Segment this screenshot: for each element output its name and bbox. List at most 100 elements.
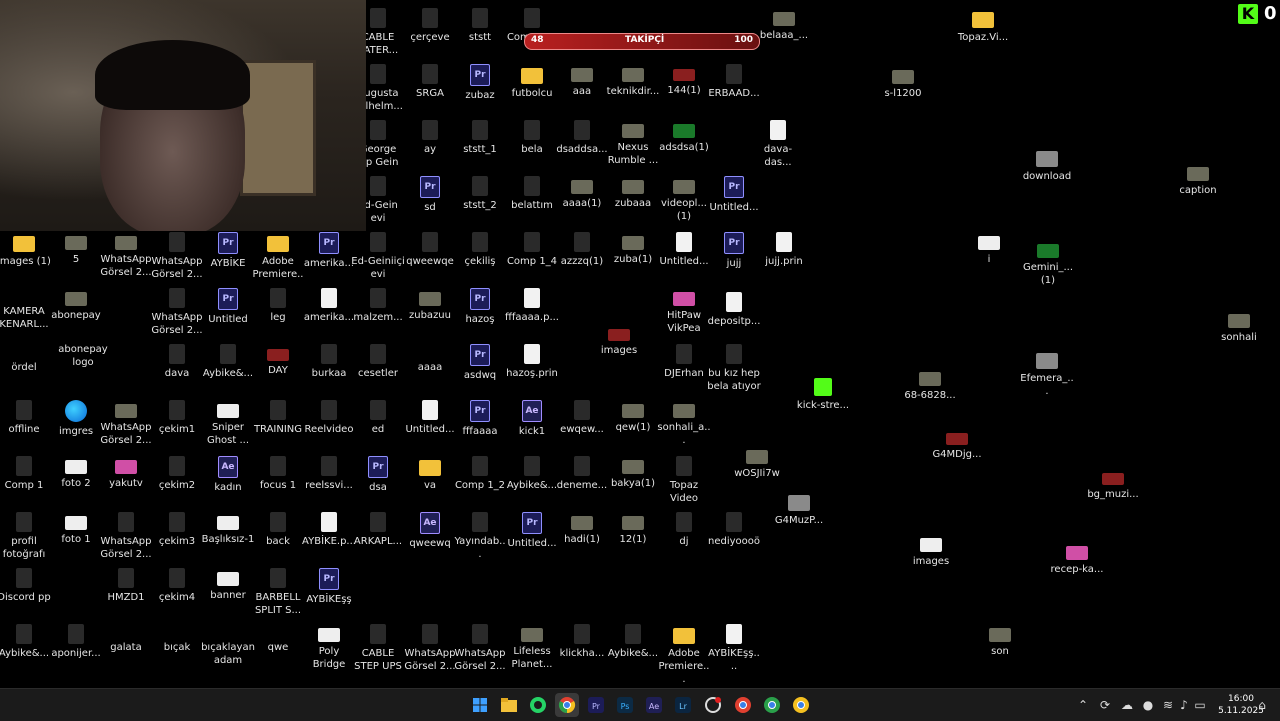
desktop-icon[interactable]: foto 2 <box>49 456 103 490</box>
desktop-icon[interactable]: Comp 1_2 <box>453 456 507 492</box>
desktop-icon[interactable]: Gemini_... (1) <box>1021 240 1075 287</box>
desktop-icon[interactable]: Adobe Premiere... <box>251 232 305 294</box>
desktop-icon[interactable]: Reelvideo <box>302 400 356 436</box>
desktop-icon[interactable]: 5 <box>49 232 103 266</box>
desktop-icon[interactable]: WhatsApp Görsel 2... <box>99 232 153 279</box>
file-explorer-button[interactable] <box>497 693 521 717</box>
desktop-icon[interactable]: Ae kadın <box>201 456 255 494</box>
desktop-icon[interactable]: Pr AYBİKE <box>201 232 255 270</box>
desktop-icon[interactable]: Pr AYBİKEşş <box>302 568 356 606</box>
desktop-icon[interactable]: deneme... <box>555 456 609 492</box>
chrome-button[interactable] <box>555 693 579 717</box>
desktop-icon[interactable]: Nexus Rumble ... <box>606 120 660 167</box>
whatsapp-button[interactable] <box>526 693 550 717</box>
premiere-button[interactable]: Pr <box>584 693 608 717</box>
desktop-icon[interactable]: çerçeve <box>403 8 457 44</box>
desktop-icon[interactable]: recep-ka... <box>1050 542 1104 576</box>
desktop-icon[interactable]: hadi(1) <box>555 512 609 546</box>
desktop-icon[interactable]: Ae qweewq <box>403 512 457 550</box>
desktop-icon[interactable]: amerika... <box>302 288 356 324</box>
after-effects-button[interactable]: Ae <box>642 693 666 717</box>
desktop-icon[interactable]: bakya(1) <box>606 456 660 490</box>
desktop-icon[interactable]: 144(1) <box>657 64 711 97</box>
desktop-icon[interactable]: CABLE STEP UPS <box>351 624 405 673</box>
desktop-icon[interactable]: Poly Bridge <box>302 624 356 671</box>
desktop-icon[interactable]: profil fotoğrafı <box>0 512 51 561</box>
sync-icon[interactable]: ⟳ <box>1097 697 1113 713</box>
microphone-icon[interactable]: ● <box>1140 697 1156 713</box>
desktop-icon[interactable]: klickha... <box>555 624 609 660</box>
photoshop-button[interactable]: Ps <box>613 693 637 717</box>
desktop-icon[interactable]: WhatsApp Görsel 2... <box>99 512 153 561</box>
battery-icon[interactable]: ▭ <box>1192 697 1208 713</box>
desktop-icon[interactable]: Sniper Ghost ... <box>201 400 255 447</box>
desktop-icon[interactable]: sonhali <box>1212 310 1266 344</box>
desktop-icon[interactable]: malzem... <box>351 288 405 324</box>
desktop-icon[interactable]: depositp... <box>707 292 761 328</box>
desktop-icon[interactable]: Pr zubaz <box>453 64 507 102</box>
wifi-icon[interactable]: ≋ <box>1160 697 1176 713</box>
desktop-icon[interactable]: belaaa_... <box>757 8 811 42</box>
desktop-icon[interactable]: belattım <box>505 176 559 212</box>
desktop-icon[interactable]: dj <box>657 512 711 548</box>
desktop-icon[interactable]: fffaaaa.p... <box>505 288 559 324</box>
desktop-icon[interactable]: nediyoooö <box>707 512 761 548</box>
desktop-icon[interactable]: galata <box>99 624 153 654</box>
desktop-icon[interactable]: videopl... (1) <box>657 176 711 223</box>
desktop-icon[interactable]: bela <box>505 120 559 156</box>
desktop-icon[interactable]: caption <box>1171 163 1225 197</box>
desktop-icon[interactable]: ERBAAD... <box>707 64 761 100</box>
desktop-icon[interactable]: G4MDjg... <box>930 428 984 461</box>
desktop-icon[interactable]: Pr dsa <box>351 456 405 494</box>
desktop-icon[interactable]: aaaa <box>403 344 457 374</box>
desktop-icon[interactable]: Comp 1 <box>0 456 51 492</box>
desktop-icon[interactable]: KAMERA KENARL... <box>0 288 51 331</box>
desktop-icon[interactable]: ed <box>351 400 405 436</box>
desktop-icon[interactable]: dava-das... <box>751 120 805 169</box>
desktop-icon[interactable]: WhatsApp Görsel 2... <box>150 232 204 281</box>
desktop-icon[interactable]: Topaz.Vi... <box>956 8 1010 44</box>
desktop-icon[interactable]: back <box>251 512 305 548</box>
desktop-icon[interactable]: qwe <box>251 624 305 654</box>
desktop-icon[interactable]: yakutv <box>99 456 153 490</box>
chevron-up-icon[interactable]: ⌃ <box>1075 697 1091 713</box>
chrome-profile-3-button[interactable] <box>760 693 784 717</box>
desktop-icon[interactable]: WhatsApp Görsel 2... <box>150 288 204 337</box>
lightroom-button[interactable]: Lr <box>671 693 695 717</box>
desktop-icon[interactable]: banner <box>201 568 255 602</box>
desktop-icon[interactable]: teknikdir... <box>606 64 660 98</box>
desktop-icon[interactable]: Discord pp <box>0 568 51 604</box>
desktop-icon[interactable]: kick-stre... <box>796 378 850 412</box>
desktop-icon[interactable]: aaaa(1) <box>555 176 609 210</box>
desktop-icon[interactable]: Pr jujj <box>707 232 761 270</box>
desktop-icon[interactable]: Pr fffaaaa <box>453 400 507 438</box>
desktop-icon[interactable]: bg_muzi... <box>1086 468 1140 501</box>
desktop-icon[interactable]: Pr Untitled... <box>505 512 559 550</box>
desktop-icon[interactable]: wOSJIi7w <box>730 446 784 480</box>
desktop-icon[interactable]: aaa <box>555 64 609 98</box>
desktop-icon[interactable]: jujj.prin <box>757 232 811 268</box>
desktop-icon[interactable]: Topaz Video <box>657 456 711 505</box>
desktop-icon[interactable]: Ae kick1 <box>505 400 559 438</box>
desktop-icon[interactable]: focus 1 <box>251 456 305 492</box>
desktop-icon[interactable]: DJErhan <box>657 344 711 380</box>
desktop-icon[interactable]: Comp 1_4 <box>505 232 559 268</box>
desktop-icon[interactable]: WhatsApp Görsel 2... <box>453 624 507 673</box>
desktop-icon[interactable]: ststt_2 <box>453 176 507 212</box>
desktop-icon[interactable]: Untitled... <box>403 400 457 436</box>
desktop-icon[interactable]: Efemera_... <box>1020 350 1074 398</box>
desktop-icon[interactable]: Pr asdwq <box>453 344 507 382</box>
desktop-icon[interactable]: Pr hazoş <box>453 288 507 326</box>
desktop-icon[interactable]: Ed-Geiniiçi evi <box>351 232 405 281</box>
desktop-icon[interactable]: çekim2 <box>150 456 204 492</box>
cloud-icon[interactable]: ☁ <box>1119 697 1135 713</box>
chrome-profile-2-button[interactable] <box>731 693 755 717</box>
desktop-icon[interactable]: images (1) <box>0 232 51 268</box>
desktop-icon[interactable]: va <box>403 456 457 492</box>
start-button[interactable] <box>468 693 492 717</box>
desktop-icon[interactable]: çekiliş <box>453 232 507 268</box>
desktop-icon[interactable]: çekim3 <box>150 512 204 548</box>
desktop-icon[interactable]: Aybike&... <box>201 344 255 380</box>
desktop-icon[interactable]: azzzq(1) <box>555 232 609 268</box>
desktop-icon[interactable]: HMZD1 <box>99 568 153 604</box>
